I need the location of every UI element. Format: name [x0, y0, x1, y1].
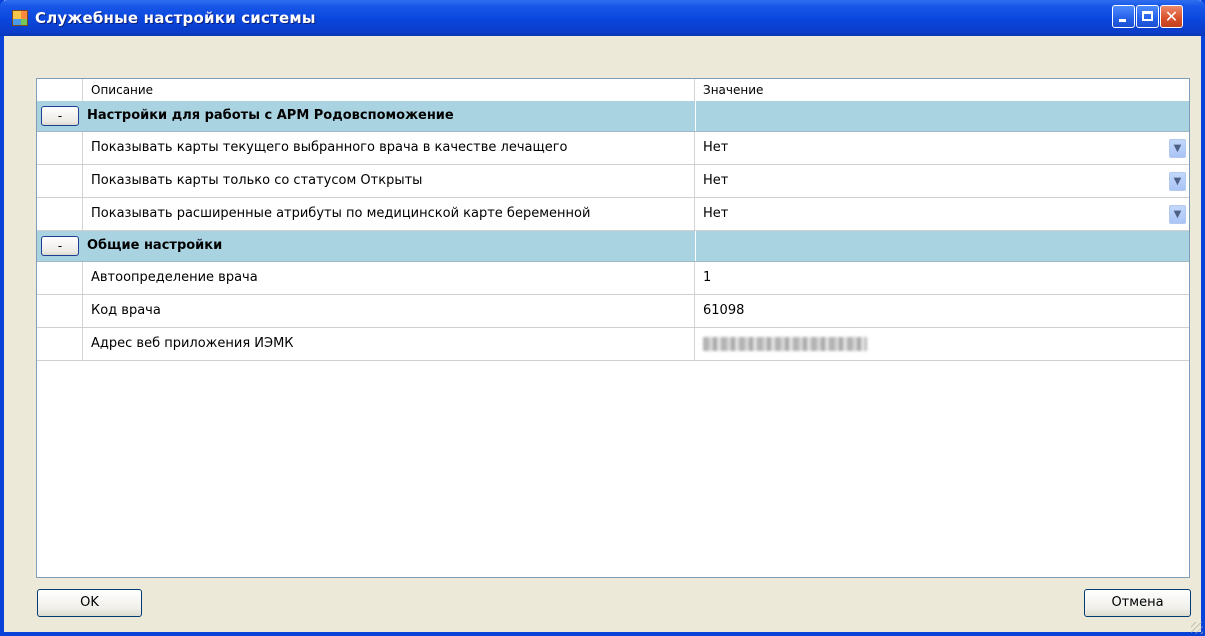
- group-title: Настройки для работы с АРМ Родовспоможен…: [87, 108, 454, 123]
- group-value-cell: [695, 101, 1189, 131]
- column-header-description[interactable]: Описание: [83, 79, 695, 101]
- group-title: Общие настройки: [87, 238, 223, 253]
- redacted-value: [703, 337, 867, 351]
- minimize-button[interactable]: [1112, 5, 1135, 28]
- cancel-button[interactable]: Отмена: [1084, 589, 1191, 617]
- table-row[interactable]: Автоопределение врача 1: [37, 262, 1189, 295]
- chevron-down-icon[interactable]: ▼: [1169, 205, 1186, 224]
- header-selector: [37, 79, 83, 101]
- setting-description: Код врача: [83, 295, 695, 327]
- window-title: Служебные настройки системы: [35, 9, 316, 27]
- setting-description: Адрес веб приложения ИЭМК: [83, 328, 695, 360]
- table-row[interactable]: Показывать расширенные атрибуты по медиц…: [37, 198, 1189, 231]
- app-grid-icon: [12, 10, 28, 26]
- minimize-icon: [1119, 19, 1126, 22]
- row-selector[interactable]: [37, 132, 83, 164]
- select-value: Нет: [703, 140, 729, 155]
- setting-description: Показывать карты только со статусом Откр…: [83, 165, 695, 197]
- row-selector[interactable]: [37, 295, 83, 327]
- row-selector[interactable]: [37, 328, 83, 360]
- row-selector[interactable]: [37, 262, 83, 294]
- select-value: Нет: [703, 206, 729, 221]
- setting-value-select[interactable]: Нет ▼: [695, 132, 1189, 164]
- chevron-down-icon[interactable]: ▼: [1169, 172, 1186, 191]
- table-row[interactable]: Адрес веб приложения ИЭМК: [37, 328, 1189, 361]
- title-bar[interactable]: Служебные настройки системы ✕: [0, 0, 1205, 36]
- resize-grip-icon[interactable]: [1191, 622, 1203, 634]
- close-icon: ✕: [1164, 7, 1179, 26]
- setting-value-input[interactable]: 61098: [695, 295, 1189, 327]
- group-row: - Общие настройки: [37, 231, 1189, 262]
- table-row[interactable]: Показывать карты текущего выбранного вра…: [37, 132, 1189, 165]
- setting-value-select[interactable]: Нет ▼: [695, 198, 1189, 230]
- table-row[interactable]: Показывать карты только со статусом Откр…: [37, 165, 1189, 198]
- setting-description: Показывать расширенные атрибуты по медиц…: [83, 198, 695, 230]
- maximize-button[interactable]: [1136, 5, 1159, 28]
- ok-button[interactable]: OK: [37, 589, 142, 617]
- group-row: - Настройки для работы с АРМ Родовспомож…: [37, 101, 1189, 132]
- group-value-cell: [695, 231, 1189, 261]
- close-button[interactable]: ✕: [1160, 5, 1183, 28]
- row-selector[interactable]: [37, 198, 83, 230]
- setting-description: Автоопределение врача: [83, 262, 695, 294]
- collapse-group-button[interactable]: -: [41, 106, 79, 126]
- table-row[interactable]: Код врача 61098: [37, 295, 1189, 328]
- grid-header: Описание Значение: [37, 79, 1189, 102]
- row-selector[interactable]: [37, 165, 83, 197]
- collapse-group-button[interactable]: -: [41, 236, 79, 256]
- setting-value-input[interactable]: 1: [695, 262, 1189, 294]
- column-header-value[interactable]: Значение: [695, 79, 1189, 101]
- select-value: Нет: [703, 173, 729, 188]
- settings-grid[interactable]: Описание Значение - Настройки для работы…: [36, 78, 1190, 578]
- setting-value-select[interactable]: Нет ▼: [695, 165, 1189, 197]
- setting-description: Показывать карты текущего выбранного вра…: [83, 132, 695, 164]
- maximize-icon: [1142, 11, 1153, 21]
- chevron-down-icon[interactable]: ▼: [1169, 139, 1186, 158]
- setting-value-input[interactable]: [695, 328, 1189, 360]
